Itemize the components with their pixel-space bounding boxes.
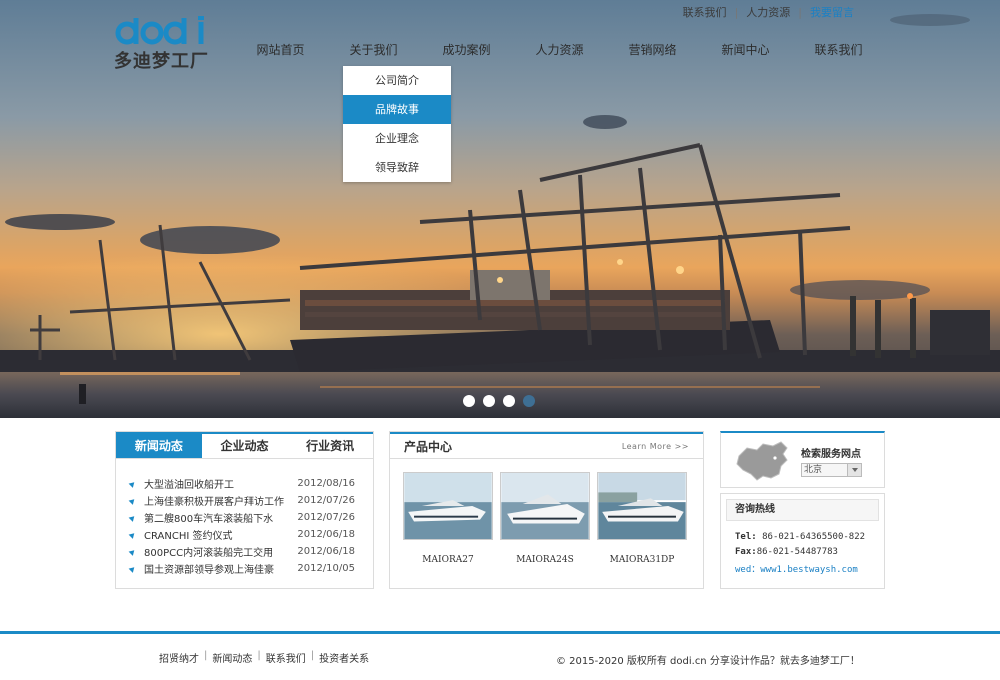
- tel-value: 86-021-64365500-822: [762, 532, 866, 542]
- bullet-icon: [128, 496, 137, 505]
- nav-item-about[interactable]: 关于我们: [327, 38, 420, 62]
- slider-dot[interactable]: [463, 395, 475, 407]
- product-card[interactable]: MAIORA24S: [500, 472, 590, 565]
- topbar-contact-link[interactable]: 联系我们: [675, 4, 735, 20]
- tel-label: Tel:: [735, 532, 757, 542]
- news-date: 2012/08/16: [297, 478, 355, 489]
- news-title[interactable]: 大型溢油回收船开工: [144, 476, 297, 491]
- news-title[interactable]: 国土资源部领导参观上海佳豪: [144, 561, 297, 576]
- products-header: 产品中心 Learn More >>: [390, 432, 703, 459]
- dropdown-item-profile[interactable]: 公司简介: [343, 66, 451, 95]
- products-title: 产品中心: [404, 439, 453, 454]
- footer-link-investor[interactable]: 投资者关系: [314, 650, 374, 665]
- tab-enterprise-news[interactable]: 企业动态: [202, 434, 288, 458]
- product-name[interactable]: MAIORA27: [403, 555, 493, 565]
- learn-more-link[interactable]: Learn More >>: [622, 442, 689, 451]
- fax-label: Fax:: [735, 547, 757, 557]
- top-links: 联系我们 | 人力资源 | 我要留言: [675, 4, 862, 20]
- tab-company-news[interactable]: 新闻动态: [116, 434, 202, 458]
- news-item[interactable]: 第二艘800车汽车滚装船下水 2012/07/26: [128, 509, 373, 526]
- city-select-value: 北京: [804, 465, 823, 475]
- nav-item-marketing[interactable]: 营销网络: [606, 38, 699, 62]
- copyright-text: © 2015-2020 版权所有 dodi.cn 分享设计作品？就去多迪梦工厂！: [556, 656, 860, 667]
- topbar-hr-link[interactable]: 人力资源: [738, 4, 798, 20]
- news-item[interactable]: 上海佳豪积极开展客户拜访工作 2012/07/26: [128, 492, 373, 509]
- fax-value: 86-021-54487783: [756, 547, 838, 557]
- nav-item-hr[interactable]: 人力资源: [513, 38, 606, 62]
- website-link[interactable]: wed：www1.bestwaysh.com: [735, 562, 858, 575]
- main-nav: 网站首页 关于我们 成功案例 人力资源 营销网络 新闻中心 联系我们: [234, 38, 885, 62]
- product-name[interactable]: MAIORA24S: [500, 555, 590, 565]
- footer-link-news[interactable]: 新闻动态: [207, 650, 257, 665]
- dodi-logo-icon: [115, 16, 204, 45]
- news-item[interactable]: 大型溢油回收船开工 2012/08/16: [128, 475, 373, 492]
- news-title[interactable]: 上海佳豪积极开展客户拜访工作: [144, 493, 297, 508]
- bullet-icon: [128, 513, 137, 522]
- bullet-icon: [128, 479, 137, 488]
- hotline-panel: 咨询热线 Tel: 86-021-64365500-822 Fax:86-021…: [720, 493, 885, 589]
- footer-link-contact[interactable]: 联系我们: [261, 650, 311, 665]
- news-list: 大型溢油回收船开工 2012/08/16 上海佳豪积极开展客户拜访工作 2012…: [116, 459, 373, 577]
- fax-line: Fax:86-021-54487783: [735, 547, 838, 557]
- about-dropdown-menu: 公司简介 品牌故事 企业理念 领导致辞: [343, 66, 451, 182]
- news-item[interactable]: 国土资源部领导参观上海佳豪 2012/10/05: [128, 560, 373, 577]
- slider-pagination: [463, 395, 543, 407]
- chevron-down-icon: [847, 464, 861, 476]
- hero-banner: 联系我们 | 人力资源 | 我要留言 多迪梦工厂 网站首页 关于我们 成功案例 …: [0, 0, 1000, 418]
- nav-item-contact[interactable]: 联系我们: [792, 38, 885, 62]
- service-locator: 检索服务网点 北京: [720, 431, 885, 488]
- slider-dot[interactable]: [503, 395, 515, 407]
- dropdown-item-brand-story[interactable]: 品牌故事: [343, 95, 451, 124]
- city-select[interactable]: 北京: [801, 463, 862, 477]
- yacht-image[interactable]: [403, 472, 493, 540]
- china-map-icon: [736, 441, 788, 481]
- products-panel: 产品中心 Learn More >> MAIORA27 MAIORA24S MA…: [389, 431, 704, 589]
- news-date: 2012/06/18: [297, 529, 355, 540]
- news-date: 2012/07/26: [297, 495, 355, 506]
- nav-item-cases[interactable]: 成功案例: [420, 38, 513, 62]
- news-date: 2012/06/18: [297, 546, 355, 557]
- tel-line: Tel: 86-021-64365500-822: [735, 532, 865, 542]
- footer-link-recruit[interactable]: 招贤纳才: [154, 650, 204, 665]
- bullet-icon: [128, 530, 137, 539]
- product-card[interactable]: MAIORA27: [403, 472, 493, 565]
- dropdown-item-leader-speech[interactable]: 领导致辞: [343, 153, 451, 182]
- tab-industry-news[interactable]: 行业资讯: [287, 434, 373, 458]
- product-name[interactable]: MAIORA31DP: [597, 555, 687, 565]
- footer-links: 招贤纳才 | 新闻动态 | 联系我们 | 投资者关系: [154, 650, 374, 665]
- news-item[interactable]: 800PCC内河滚装船完工交用 2012/06/18: [128, 543, 373, 560]
- slider-dot[interactable]: [483, 395, 495, 407]
- news-panel: 新闻动态 企业动态 行业资讯 大型溢油回收船开工 2012/08/16 上海佳豪…: [115, 431, 374, 589]
- product-grid: MAIORA27 MAIORA24S MAIORA31DP: [390, 459, 703, 565]
- service-title: 检索服务网点: [801, 449, 861, 460]
- news-title[interactable]: 第二艘800车汽车滚装船下水: [144, 510, 297, 525]
- hotline-title: 咨询热线: [726, 499, 879, 521]
- logo-text: 多迪梦工厂: [114, 51, 209, 72]
- news-item[interactable]: CRANCHI 签约仪式 2012/06/18: [128, 526, 373, 543]
- news-tabs: 新闻动态 企业动态 行业资讯: [116, 432, 373, 459]
- news-date: 2012/07/26: [297, 512, 355, 523]
- nav-item-home[interactable]: 网站首页: [234, 38, 327, 62]
- news-date: 2012/10/05: [297, 563, 355, 574]
- yacht-image[interactable]: [597, 472, 687, 540]
- news-title[interactable]: 800PCC内河滚装船完工交用: [144, 544, 297, 559]
- dropdown-item-philosophy[interactable]: 企业理念: [343, 124, 451, 153]
- news-title[interactable]: CRANCHI 签约仪式: [144, 527, 297, 542]
- site-logo[interactable]: 多迪梦工厂: [114, 16, 214, 73]
- yacht-image[interactable]: [500, 472, 590, 540]
- slider-dot-active[interactable]: [523, 395, 535, 407]
- product-card[interactable]: MAIORA31DP: [597, 472, 687, 565]
- bullet-icon: [128, 547, 137, 556]
- nav-item-news[interactable]: 新闻中心: [699, 38, 792, 62]
- footer: 招贤纳才 | 新闻动态 | 联系我们 | 投资者关系 © 2015-2020 版…: [0, 631, 1000, 680]
- bullet-icon: [128, 564, 137, 573]
- topbar-message-link[interactable]: 我要留言: [802, 4, 862, 20]
